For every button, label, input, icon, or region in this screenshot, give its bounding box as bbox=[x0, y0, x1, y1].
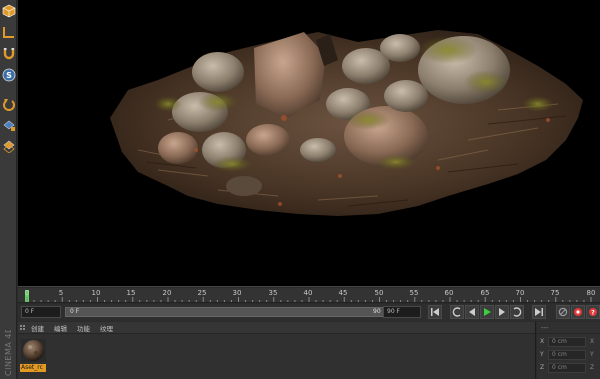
tick-label: 10 bbox=[91, 289, 101, 297]
undo-icon[interactable] bbox=[1, 96, 16, 111]
tick-label: 70 bbox=[515, 289, 525, 297]
go-to-start-button[interactable] bbox=[428, 305, 442, 319]
tick-label: 35 bbox=[268, 289, 278, 297]
tick-label: 45 bbox=[338, 289, 348, 297]
3d-viewport[interactable] bbox=[18, 0, 600, 287]
position-y-field[interactable]: 0 cm bbox=[548, 350, 586, 360]
svg-text:?: ? bbox=[591, 309, 595, 316]
tick-label: 15 bbox=[126, 289, 136, 297]
transport-bar: 0 F 0 F 90 F 90 F ? bbox=[18, 304, 600, 321]
play-icon bbox=[484, 308, 491, 316]
material-preview-sphere[interactable] bbox=[21, 339, 46, 362]
play-button[interactable] bbox=[480, 305, 494, 319]
next-key-button[interactable] bbox=[510, 305, 524, 319]
rock-terrain-model bbox=[110, 30, 583, 216]
coord-extra-label: X bbox=[590, 338, 595, 345]
coord-axis-label: Z bbox=[540, 364, 545, 371]
grid-icon[interactable] bbox=[1, 138, 16, 153]
menu-function[interactable]: 功能 bbox=[77, 323, 90, 333]
coordinates-header: --- bbox=[537, 322, 600, 334]
end-frame-field[interactable]: 90 F bbox=[383, 306, 421, 318]
coord-row-z: Z 0 cm Z bbox=[540, 363, 600, 374]
coord-axis-label: X bbox=[540, 338, 545, 345]
brand-label: CINEMA 4D bbox=[4, 330, 13, 376]
lock-grid-icon[interactable] bbox=[1, 118, 16, 133]
tick-label: 30 bbox=[232, 289, 242, 297]
brand-strip: CINEMA 4D bbox=[0, 330, 17, 379]
menu-texture[interactable]: 纹理 bbox=[100, 323, 113, 333]
magnet-icon[interactable] bbox=[1, 45, 16, 60]
coord-extra-label: Y bbox=[590, 351, 594, 358]
coord-axis-label: Y bbox=[540, 351, 544, 358]
slider-start-label: 0 F bbox=[70, 308, 80, 315]
corner-icon[interactable] bbox=[1, 24, 16, 39]
timeline-ruler[interactable]: 0 5 10 15 20 25 30 35 40 45 50 55 60 65 … bbox=[18, 288, 600, 303]
tick-label: 60 bbox=[444, 289, 454, 297]
tick-label: 65 bbox=[480, 289, 490, 297]
svg-text:S: S bbox=[6, 71, 12, 80]
menu-edit[interactable]: 编辑 bbox=[54, 323, 67, 333]
tick-label: 40 bbox=[303, 289, 313, 297]
tick-label: 0 bbox=[24, 289, 30, 297]
tick-label: 55 bbox=[409, 289, 419, 297]
coord-row-x: X 0 cm X bbox=[540, 337, 600, 348]
frame-range-slider[interactable]: 0 F 90 F bbox=[65, 307, 395, 317]
coordinates-panel: --- X 0 cm X Y 0 cm Y Z 0 cm Z bbox=[537, 322, 600, 379]
record-button[interactable] bbox=[571, 305, 585, 319]
cube-icon[interactable] bbox=[1, 3, 16, 18]
start-frame-field[interactable]: 0 F bbox=[21, 306, 61, 318]
grip-icon[interactable] bbox=[20, 324, 26, 331]
tick-label: 75 bbox=[550, 289, 560, 297]
left-toolbar: S bbox=[0, 0, 17, 379]
material-manager: 创建 编辑 功能 纹理 Aset_rc bbox=[18, 322, 536, 379]
next-frame-button[interactable] bbox=[495, 305, 509, 319]
tick-label: 80 bbox=[586, 289, 596, 297]
position-x-field[interactable]: 0 cm bbox=[548, 337, 586, 347]
material-name[interactable]: Aset_rc bbox=[20, 364, 46, 372]
go-to-end-button[interactable] bbox=[532, 305, 546, 319]
tick-label: 25 bbox=[197, 289, 207, 297]
tick-label: 50 bbox=[374, 289, 384, 297]
auto-key-button[interactable]: ? bbox=[586, 305, 600, 319]
material-menu-bar: 创建 编辑 功能 纹理 bbox=[18, 322, 535, 334]
menu-create[interactable]: 创建 bbox=[31, 323, 44, 333]
tick-label: 5 bbox=[58, 289, 64, 297]
position-z-field[interactable]: 0 cm bbox=[548, 363, 586, 373]
tick-label: 20 bbox=[162, 289, 172, 297]
keyframe-selection-button[interactable] bbox=[556, 305, 570, 319]
prev-key-button[interactable] bbox=[450, 305, 464, 319]
coord-extra-label: Z bbox=[590, 364, 595, 371]
tick-marks bbox=[26, 297, 592, 302]
s-snap-icon[interactable]: S bbox=[1, 67, 16, 82]
prev-frame-button[interactable] bbox=[465, 305, 479, 319]
coord-row-y: Y 0 cm Y bbox=[540, 350, 600, 361]
